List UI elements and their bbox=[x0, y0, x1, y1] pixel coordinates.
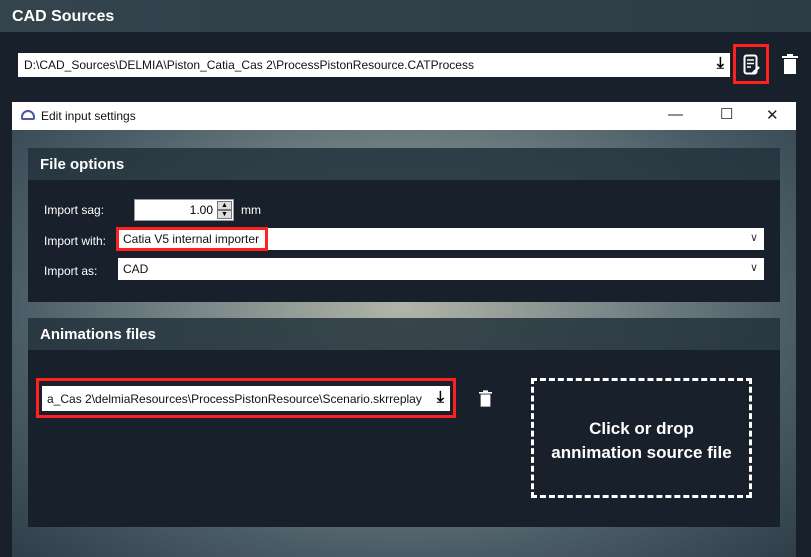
drop-zone[interactable]: Click or drop annimation source file bbox=[531, 378, 752, 498]
edit-input-settings-dialog: Edit input settings — ☐ ✕ File options I… bbox=[12, 102, 796, 557]
file-options-panel: File options Import sag: 1.00 ▲ ▼ mm Imp… bbox=[28, 148, 780, 302]
maximize-icon[interactable]: ☐ bbox=[720, 105, 733, 123]
drop-zone-line1: Click or drop bbox=[589, 419, 694, 438]
import-sag-stepper[interactable]: 1.00 ▲ ▼ bbox=[134, 199, 234, 221]
download-icon[interactable]: ⤓ bbox=[437, 390, 444, 406]
edit-document-icon bbox=[743, 54, 760, 75]
app-icon bbox=[21, 110, 35, 120]
import-as-value: CAD bbox=[123, 262, 149, 276]
import-sag-label: Import sag: bbox=[44, 203, 105, 217]
animations-panel: Animations files a_Cas 2\delmiaResources… bbox=[28, 318, 780, 527]
sag-unit: mm bbox=[241, 203, 261, 217]
decrement-icon[interactable]: ▼ bbox=[217, 210, 232, 219]
page-title: CAD Sources bbox=[0, 0, 811, 32]
import-sag-value: 1.00 bbox=[189, 203, 213, 217]
increment-icon[interactable]: ▲ bbox=[217, 201, 232, 210]
delete-animation-icon[interactable] bbox=[479, 390, 492, 407]
animations-title: Animations files bbox=[28, 318, 780, 350]
chevron-down-icon: ∨ bbox=[749, 232, 758, 244]
import-with-label: Import with: bbox=[44, 234, 107, 248]
highlight-box bbox=[116, 227, 268, 251]
dialog-titlebar: Edit input settings — ☐ ✕ bbox=[12, 102, 796, 130]
dialog-title: Edit input settings bbox=[41, 109, 136, 123]
animation-file-input[interactable]: a_Cas 2\delmiaResources\ProcessPistonRes… bbox=[42, 386, 450, 411]
drop-zone-line2: annimation source file bbox=[551, 443, 732, 462]
chevron-down-icon: ∨ bbox=[749, 262, 758, 274]
download-icon[interactable]: ⤓ bbox=[717, 56, 724, 72]
import-as-select[interactable]: CAD ∨ bbox=[118, 258, 764, 280]
animation-file-path: a_Cas 2\delmiaResources\ProcessPistonRes… bbox=[47, 392, 422, 406]
source-path-input[interactable]: D:\CAD_Sources\DELMIA\Piston_Catia_Cas 2… bbox=[18, 53, 730, 77]
source-path-text: D:\CAD_Sources\DELMIA\Piston_Catia_Cas 2… bbox=[24, 58, 474, 72]
close-icon[interactable]: ✕ bbox=[766, 106, 779, 124]
edit-settings-button[interactable] bbox=[733, 44, 769, 84]
import-as-label: Import as: bbox=[44, 264, 98, 278]
delete-source-icon[interactable] bbox=[782, 54, 798, 74]
file-options-title: File options bbox=[28, 148, 780, 180]
minimize-icon[interactable]: — bbox=[668, 106, 683, 123]
